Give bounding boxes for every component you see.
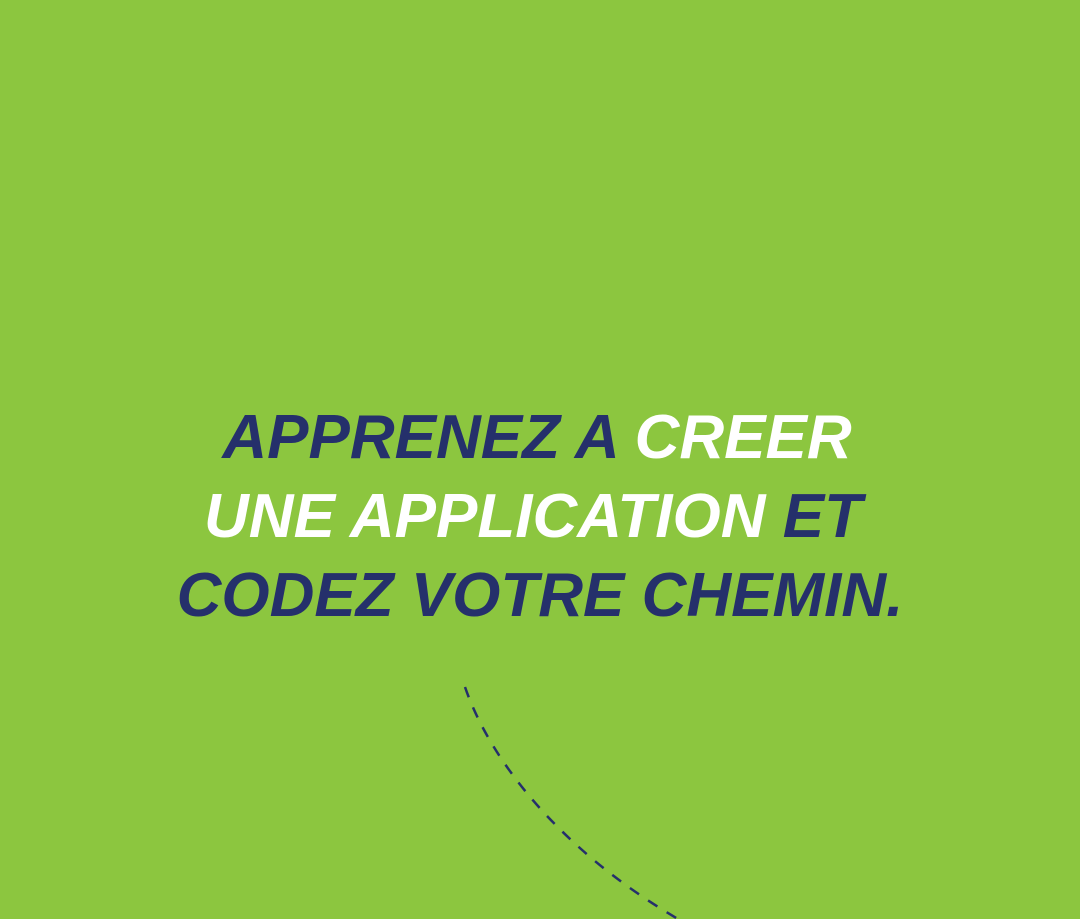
headline-line-2-dark-text: ET [782,482,862,551]
headline-line-2-highlight-text: UNE APPLICATION [204,482,783,551]
poster-background: APPRENEZ A CREER UNE APPLICATION ET CODE… [0,0,1080,919]
headline-line-3-dark-text: CODEZ VOTRE CHEMIN. [176,561,904,630]
headline-line-1-highlight-text: CREER [634,403,852,472]
headline-line-3: CODEZ VOTRE CHEMIN. [0,556,1080,635]
headline-line-1: APPRENEZ A CREER [0,398,1077,477]
headline: APPRENEZ A CREER UNE APPLICATION ET CODE… [0,398,1080,635]
headline-line-1-dark-text: APPRENEZ A [222,403,635,472]
headline-line-2: UNE APPLICATION ET [0,477,1073,556]
dashed-curve-line [463,686,679,919]
